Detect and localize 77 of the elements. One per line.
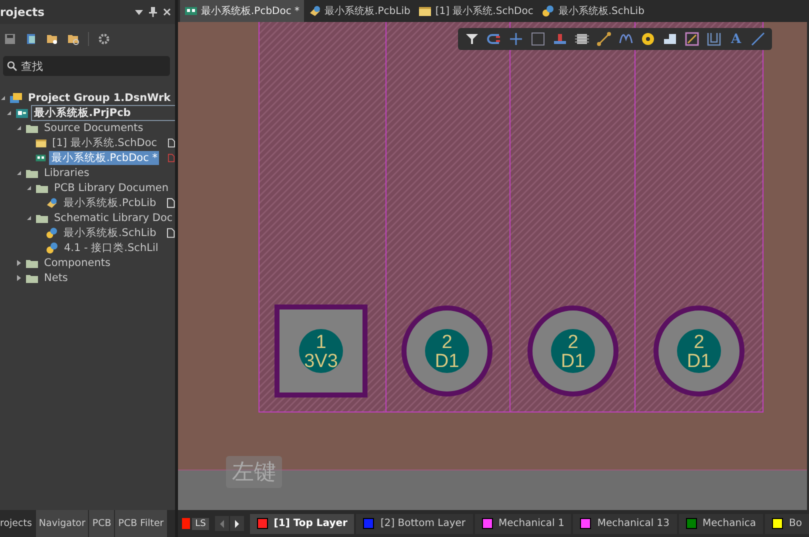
tree-item[interactable]: Schematic Library Doc [52,212,175,224]
room-icon[interactable] [706,31,722,47]
magnet-icon[interactable] [486,31,502,47]
library-icon [45,226,58,240]
pad-net: 3V3 [304,351,338,372]
tree-item[interactable]: 最小系统板.PcbDoc * [49,150,160,164]
text-tool[interactable]: A [728,32,744,46]
expand-arrow-icon[interactable] [16,275,22,281]
tree-item[interactable]: Libraries [42,166,92,178]
dropdown-icon[interactable] [135,8,143,16]
collapse-arrow-icon[interactable] [26,215,32,221]
folder-icon[interactable] [67,33,79,45]
layer-tab[interactable]: Mechanical 1 [474,514,572,534]
panel-tab[interactable]: Navigator [36,510,88,537]
place-icon[interactable] [552,31,568,47]
search-icon [7,61,17,71]
crosshair-icon[interactable] [508,31,524,47]
pcb-document-icon [184,4,198,18]
tree-item[interactable]: Nets [42,272,70,284]
collapse-arrow-icon[interactable] [16,170,22,176]
line-icon[interactable] [750,31,766,47]
library-icon [308,4,322,18]
pin-icon[interactable] [149,7,157,17]
pad-number: 1 [316,332,326,353]
collapse-arrow-icon[interactable] [16,125,22,131]
layer-tab[interactable]: Bo [765,514,809,534]
layer-set-button[interactable]: LS [192,518,209,530]
tree-item[interactable]: Source Documents [42,122,146,134]
right-arrow-icon [234,520,240,528]
project-group-icon [9,90,23,104]
expand-arrow-icon[interactable] [16,260,22,266]
library-icon [541,4,556,18]
collapse-arrow-icon[interactable] [26,185,32,191]
tree-item[interactable]: 最小系统板.SchLib [61,226,158,240]
fill-icon[interactable] [662,31,678,47]
tree-item[interactable]: 最小系统板.PrjPcb [32,106,175,120]
tree-item[interactable]: PCB Library Documen [52,182,171,194]
pad-net: D1 [434,351,460,372]
close-icon[interactable] [163,8,171,16]
polygon-icon[interactable] [684,31,700,47]
collapse-arrow-icon[interactable] [6,110,12,116]
tree-item[interactable]: Project Group 1.DsnWrk [26,92,173,104]
document-tab[interactable]: 最小系统板.PcbDoc * [180,0,304,22]
route-icon[interactable] [596,31,612,47]
tree-item[interactable]: Components [42,256,112,268]
library-icon [45,240,59,254]
rectangle-icon[interactable] [530,31,546,47]
layer-tab[interactable]: Mechanica [678,514,764,534]
save-icon[interactable] [4,33,16,45]
folder-icon[interactable] [46,33,58,45]
panel-tab[interactable]: PCB [89,510,114,537]
chip-icon[interactable] [574,31,590,47]
pad-number: 2 [694,332,704,353]
collapse-arrow-icon[interactable] [0,95,6,101]
pad-number: 2 [442,332,452,353]
next-layer-button[interactable] [230,516,244,531]
current-layer-swatch [182,518,190,529]
panel-title: rojects [0,5,46,19]
pad-number: 2 [568,332,578,353]
tree-item[interactable]: 最小系统板.PcbLib [62,196,158,210]
tree-item[interactable]: 4.1 - 接口类.SchLil [62,240,160,254]
settings-icon[interactable] [98,33,110,45]
left-arrow-icon [218,520,225,528]
via-icon[interactable] [640,31,656,47]
document-icon[interactable] [25,33,37,45]
library-icon [45,196,59,210]
panel-tab[interactable]: PCB Filter [115,510,167,537]
pad-net: D1 [686,351,712,372]
layer-tab[interactable]: [1] Top Layer [250,514,354,534]
layer-tab[interactable]: [2] Bottom Layer [356,514,473,534]
layer-tab[interactable]: Mechanical 13 [573,514,677,534]
tree-item[interactable]: [1] 最小系统.SchDoc [50,136,160,150]
filter-icon[interactable] [464,31,480,47]
search-field[interactable]: 查找 [3,56,170,76]
pad-net: D1 [560,351,586,372]
schematic-document-icon [418,4,432,18]
key-hint: 左键 [226,456,282,488]
